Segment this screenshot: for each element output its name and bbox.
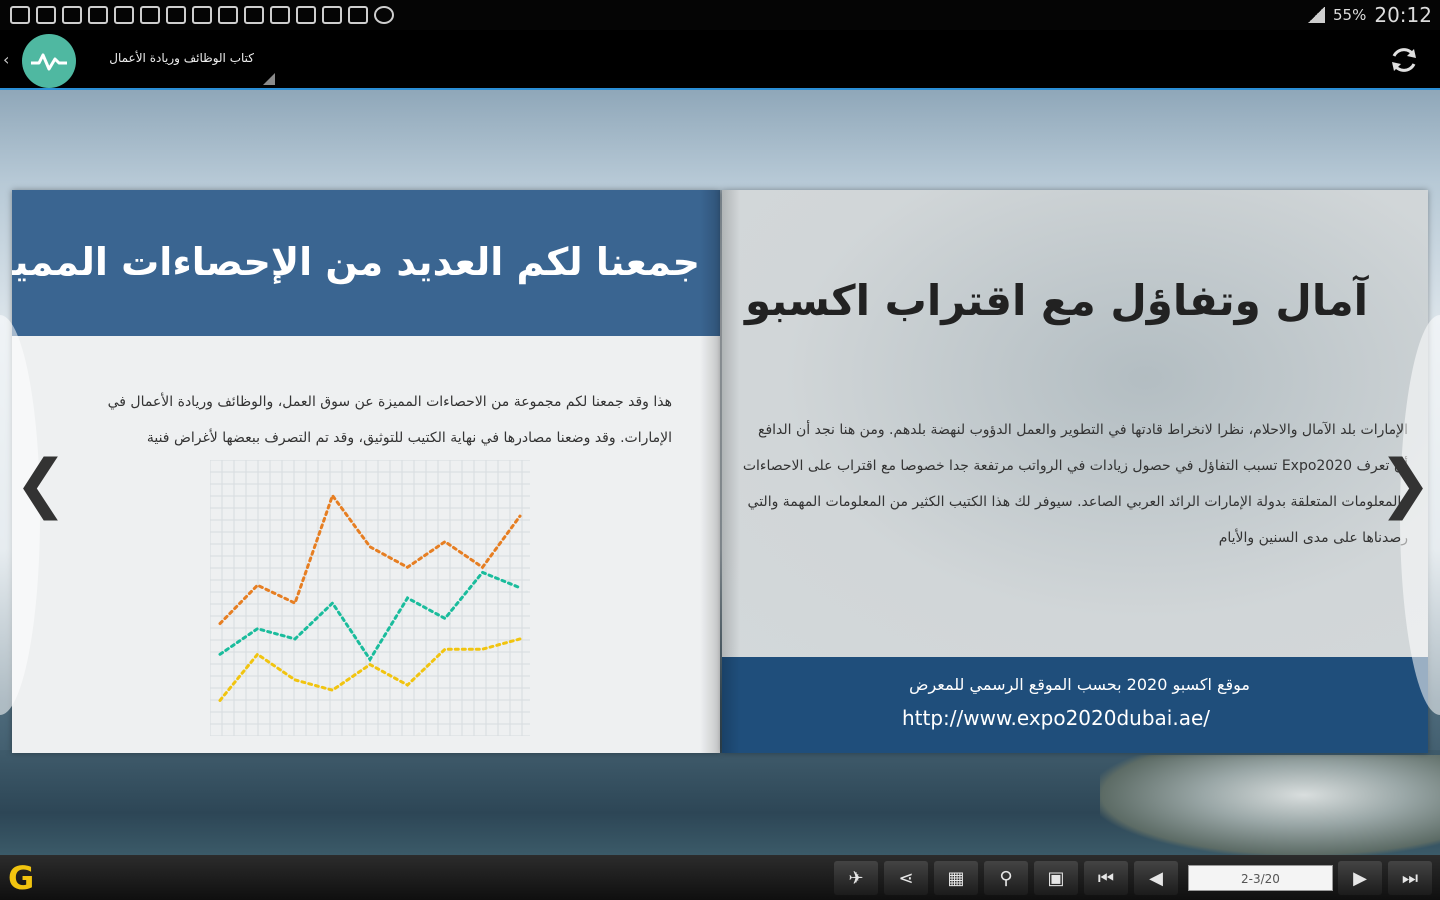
notification-icons <box>0 6 394 24</box>
left-page-body: هذا وقد جمعنا لكم مجموعة من الاحصاءات ال… <box>107 394 672 446</box>
zoom-button[interactable]: ⚲ <box>984 861 1028 895</box>
left-page-heading: جمعنا لكم العديد من الإحصاءات المميزة ! <box>12 240 700 284</box>
prev-page-button[interactable]: ◀ <box>1134 861 1178 895</box>
series-line-3 <box>218 637 522 702</box>
flipbook-app-screen: 55% 20:12 ‹ كتاب الوظائف وريادة الأعمال … <box>0 0 1440 900</box>
share-button[interactable]: ⋖ <box>884 861 928 895</box>
book-page-left[interactable]: جمعنا لكم العديد من الإحصاءات المميزة ! … <box>12 190 720 753</box>
signal-icon <box>1307 7 1326 23</box>
bottom-toolbar: G ✈ ⋖ ▦ ⚲ ▣ ⏮ ◀ 2-3/20 ▶ ⏭ <box>0 855 1440 900</box>
right-page-body: الإمارات بلد الآمال والاحلام، نظرا لانخر… <box>742 422 1408 546</box>
tumblr-icon <box>140 6 160 24</box>
book-stage: جمعنا لكم العديد من الإحصاءات المميزة ! … <box>0 90 1440 855</box>
last-page-icon: ⏭ <box>1401 867 1419 889</box>
book-spine-shadow <box>700 190 740 753</box>
cast-icon <box>270 6 290 24</box>
expo-website-link[interactable]: http://www.expo2020dubai.ae/ <box>902 706 1210 730</box>
back-arrow-icon[interactable]: ‹ <box>3 50 9 69</box>
android-icon <box>322 6 342 24</box>
usb-icon <box>36 6 56 24</box>
usb-icon <box>114 6 134 24</box>
pin-button[interactable]: ✈ <box>834 861 878 895</box>
app-logo[interactable] <box>22 34 76 88</box>
tumblr-icon <box>166 6 186 24</box>
calendar-icon <box>10 6 30 24</box>
action-bar: ‹ كتاب الوظائف وريادة الأعمال <box>0 30 1440 88</box>
battery-level: 55% <box>1333 6 1367 24</box>
facebook-icon <box>88 6 108 24</box>
fullscreen-icon: ▣ <box>1047 867 1065 889</box>
photo-icon <box>296 6 316 24</box>
first-page-icon: ⏮ <box>1097 867 1115 889</box>
menu-corner-icon <box>263 73 275 85</box>
next-page-icon: ▶ <box>1353 867 1367 889</box>
prev-page-icon: ◀ <box>1149 867 1163 889</box>
pin-icon: ✈ <box>848 867 864 889</box>
book-page-right[interactable]: آمال وتفاؤل مع اقتراب اكسبو الإمارات بلد… <box>722 190 1428 753</box>
g-logo: G <box>8 859 35 897</box>
compass-icon <box>374 6 394 24</box>
line-chart <box>209 459 530 737</box>
background-coast <box>1100 755 1440 855</box>
status-right: 55% 20:12 <box>1307 0 1432 30</box>
chevron-right-icon[interactable]: ❯ <box>1378 452 1432 516</box>
first-page-button[interactable]: ⏮ <box>1084 861 1128 895</box>
last-page-button[interactable]: ⏭ <box>1388 861 1432 895</box>
pulse-logo-icon <box>31 53 67 71</box>
mail-icon <box>348 6 368 24</box>
right-page-footer: موقع اكسبو 2020 بحسب الموقع الرسمي للمعر… <box>722 657 1428 753</box>
chevron-left-icon[interactable]: ❮ <box>14 452 68 516</box>
facebook-icon <box>62 6 82 24</box>
right-page-heading: آمال وتفاؤل مع اقتراب اكسبو <box>744 276 1368 325</box>
clock: 20:12 <box>1374 3 1432 27</box>
next-page-button[interactable]: ▶ <box>1338 861 1382 895</box>
thumbnails-button[interactable]: ▦ <box>934 861 978 895</box>
status-bar: 55% 20:12 <box>0 0 1440 30</box>
app-title: كتاب الوظائف وريادة الأعمال <box>109 51 254 65</box>
store-icon <box>218 6 238 24</box>
footer-caption: موقع اكسبو 2020 بحسب الموقع الرسمي للمعر… <box>909 675 1250 694</box>
statistics-chart <box>209 459 530 737</box>
grid-icon: ▦ <box>947 867 965 889</box>
left-page-header: جمعنا لكم العديد من الإحصاءات المميزة ! <box>12 190 720 336</box>
fullscreen-button[interactable]: ▣ <box>1034 861 1078 895</box>
wrench-icon <box>192 6 212 24</box>
clipboard-icon <box>244 6 264 24</box>
zoom-icon: ⚲ <box>999 867 1013 889</box>
refresh-icon[interactable] <box>1388 44 1420 76</box>
page-indicator-input[interactable]: 2-3/20 <box>1188 865 1333 891</box>
share-icon: ⋖ <box>898 867 914 889</box>
